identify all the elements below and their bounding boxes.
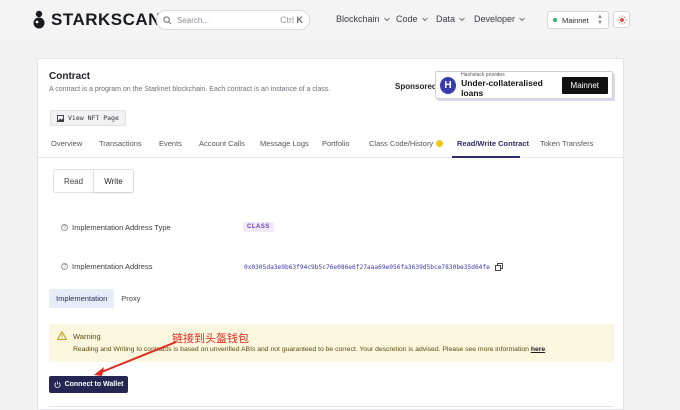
- logo-text: STARKSCAN: [51, 10, 161, 29]
- read-write-switch: Read Write: [53, 169, 134, 193]
- help-circle-icon[interactable]: ?: [61, 224, 68, 231]
- chevron-down-icon: [383, 17, 390, 22]
- view-nft-page-button[interactable]: View NFT Page: [50, 110, 126, 126]
- shortcut-key: K: [296, 15, 304, 25]
- tab-token-transfers[interactable]: Token Transfers: [540, 139, 593, 148]
- warning-here-link[interactable]: here: [531, 346, 545, 353]
- page-title: Contract: [49, 71, 91, 82]
- sponsor-mainnet-button[interactable]: Mainnet: [561, 76, 608, 94]
- chevron-down-icon: [519, 17, 525, 22]
- sponsored-label: Sponsored:: [395, 82, 440, 91]
- nav-developer[interactable]: Developer: [474, 14, 526, 24]
- shortcut-mod: Ctrl: [279, 15, 294, 25]
- warning-title: Warning: [73, 332, 101, 341]
- tab-message-logs[interactable]: Message Logs: [260, 139, 309, 148]
- image-icon: [57, 114, 64, 122]
- nav-data[interactable]: Data: [436, 14, 466, 24]
- nav-label: Code: [396, 14, 418, 24]
- nav-label: Data: [436, 14, 456, 24]
- tab-portfolio[interactable]: Portfolio: [322, 139, 350, 148]
- impl-proxy-tabs: Implementation Proxy: [49, 289, 147, 308]
- impl-type-row: ? Implementation Address Type: [61, 223, 171, 232]
- contract-tabs: Overview Transactions Events Account Cal…: [38, 131, 625, 158]
- sponsor-text: Hashstack provides Under-collateralised …: [461, 72, 561, 98]
- nft-button-label: View NFT Page: [68, 114, 119, 122]
- warning-dot-icon: [436, 140, 444, 147]
- annotation-text: 链接到头盔钱包: [172, 332, 249, 345]
- search-icon: [163, 15, 172, 24]
- tab-label: Class Code/History: [369, 139, 434, 148]
- class-badge: CLASS: [243, 222, 274, 232]
- impl-address-value: 0x0305da3e9b63f94c9b5c76e086e6f27aaa69e0…: [244, 263, 503, 271]
- impl-address-row: ? Implementation Address: [61, 262, 152, 271]
- theme-toggle-button[interactable]: [613, 11, 630, 28]
- warning-box: Warning Reading and Writing to contracts…: [49, 324, 614, 362]
- impl-address-label: Implementation Address: [72, 262, 153, 271]
- warning-text: Reading and Writing to contracts is base…: [73, 346, 548, 353]
- help-circle-icon[interactable]: ?: [61, 263, 68, 270]
- hashstack-logo-icon: H: [440, 76, 457, 94]
- search-shortcut: Ctrl K: [280, 15, 303, 25]
- tab-events[interactable]: Events: [159, 139, 182, 148]
- tab-read-write-contract[interactable]: Read/Write Contract: [457, 139, 529, 148]
- read-option[interactable]: Read: [54, 170, 93, 192]
- starkscan-logo-icon: [33, 10, 45, 29]
- network-status-dot: [553, 18, 557, 22]
- impl-type-label: Implementation Address Type: [72, 223, 171, 232]
- connect-wallet-button[interactable]: Connect to Wallet: [49, 376, 128, 393]
- warning-body: Reading and Writing to contracts is base…: [73, 346, 529, 353]
- active-tab-underline: [452, 156, 520, 158]
- tab-class-code-history[interactable]: Class Code/History: [369, 139, 444, 148]
- top-header: STARKSCAN Ctrl K Blockchain Code Data De…: [0, 0, 680, 40]
- page-subtitle: A contract is a program on the Starknet …: [49, 86, 331, 93]
- nav-label: Developer: [474, 14, 516, 24]
- search-input[interactable]: [177, 15, 267, 25]
- nav-blockchain[interactable]: Blockchain: [336, 14, 391, 24]
- updown-icon: ▲ ▼: [597, 14, 603, 26]
- contract-card: Contract A contract is a program on the …: [37, 58, 625, 410]
- sun-icon: [617, 15, 626, 24]
- sponsor-headline: Under-collateralised loans: [461, 78, 543, 98]
- nav-label: Blockchain: [336, 14, 380, 24]
- power-icon: [54, 381, 61, 388]
- connect-wallet-label: Connect to Wallet: [64, 381, 124, 388]
- impl-address-link[interactable]: 0x0305da3e9b63f94c9b5c76e086e6f27aaa69e0…: [244, 264, 490, 271]
- tab-transactions[interactable]: Transactions: [99, 139, 142, 148]
- starkscan-logo[interactable]: STARKSCAN: [32, 9, 161, 31]
- tab-proxy[interactable]: Proxy: [114, 289, 147, 308]
- tab-account-calls[interactable]: Account Calls: [199, 139, 245, 148]
- write-option[interactable]: Write: [93, 170, 133, 192]
- network-select[interactable]: Mainnet ▲ ▼: [547, 11, 609, 29]
- search-box[interactable]: Ctrl K: [156, 10, 310, 30]
- chevron-down-icon: [459, 17, 465, 22]
- sponsor-banner[interactable]: H Hashstack provides Under-collateralise…: [435, 71, 613, 99]
- nav-code[interactable]: Code: [396, 14, 429, 24]
- divider: [49, 406, 614, 407]
- copy-icon[interactable]: [494, 263, 503, 271]
- tab-implementation[interactable]: Implementation: [49, 289, 115, 308]
- warning-triangle-icon: [57, 331, 67, 340]
- tab-overview[interactable]: Overview: [51, 139, 82, 148]
- network-label: Mainnet: [562, 15, 589, 25]
- chevron-down-icon: [421, 17, 428, 22]
